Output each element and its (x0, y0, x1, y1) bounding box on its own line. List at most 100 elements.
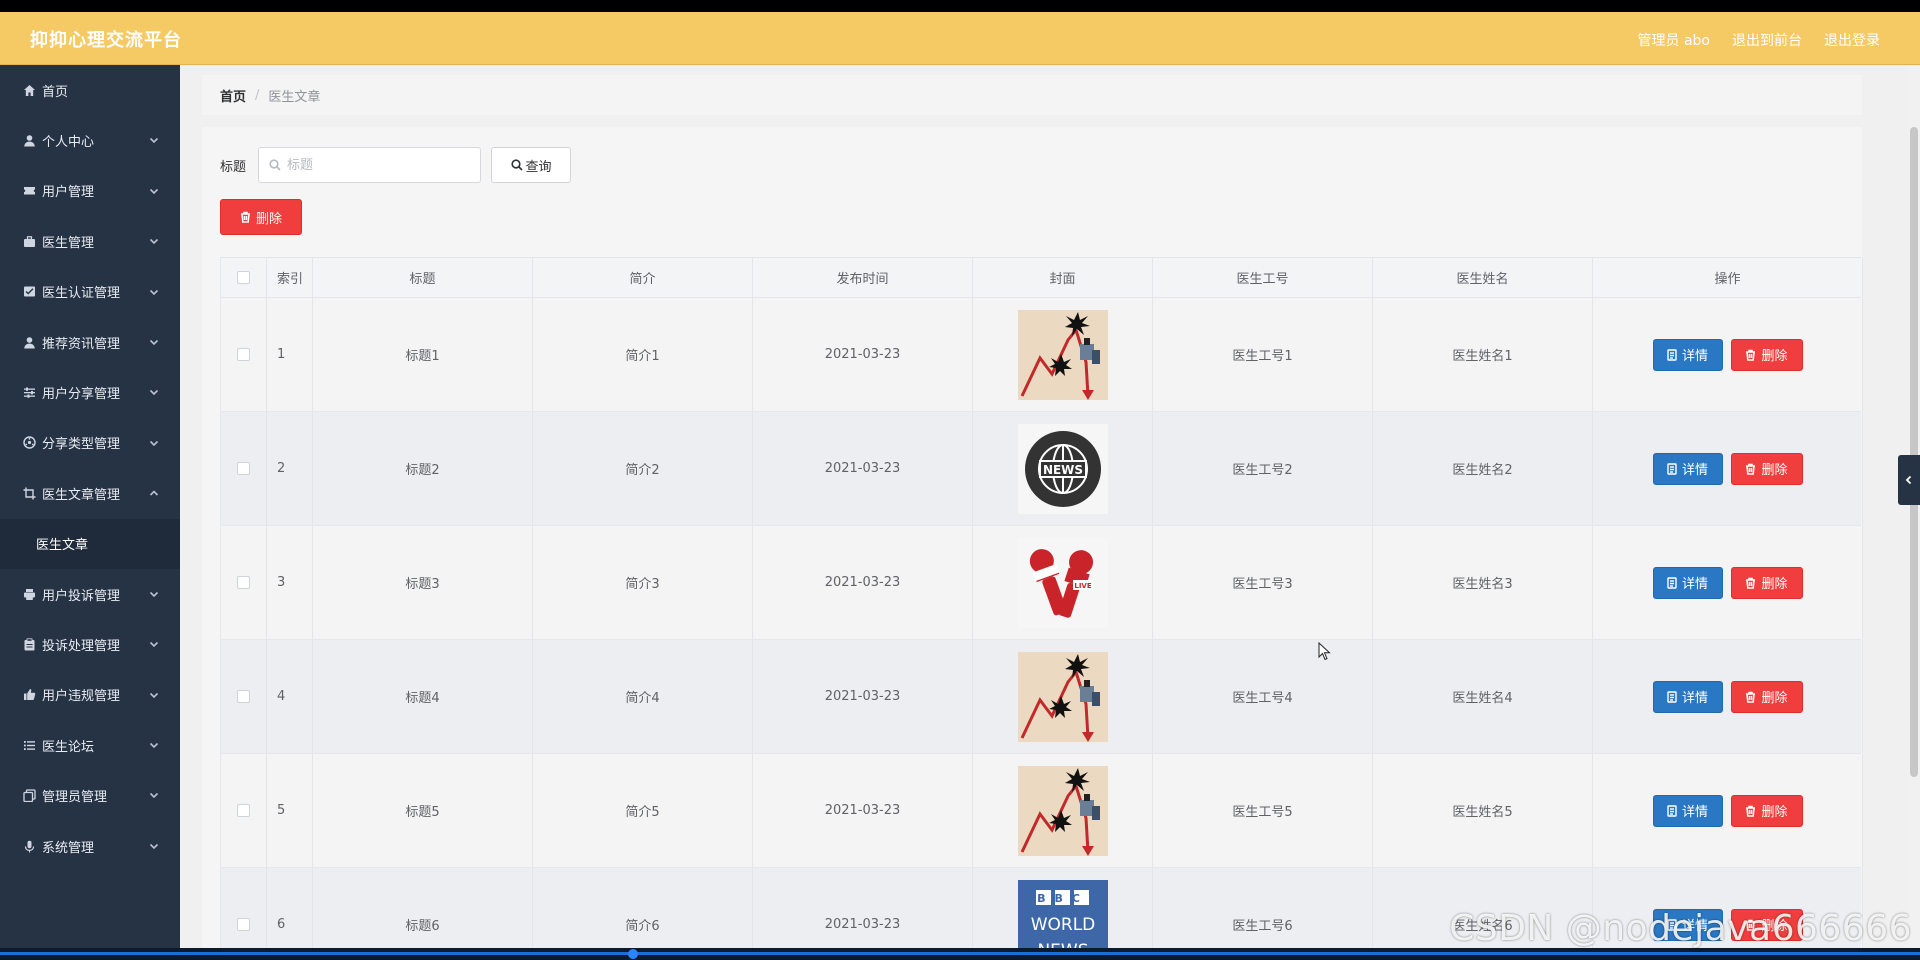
cell-index: 6 (267, 868, 313, 948)
row-checkbox[interactable] (237, 690, 250, 703)
sidebar-item-3[interactable]: 医生管理 (0, 216, 180, 266)
sidebar-item-label: 投诉处理管理 (42, 638, 121, 654)
trash-icon (1746, 577, 1756, 589)
delete-button-label: 删除 (1761, 577, 1788, 592)
sidebar-item-7[interactable]: 分享类型管理 (0, 418, 180, 468)
delete-button[interactable]: 删除 (1730, 452, 1803, 485)
cell-intro: 简介2 (533, 412, 753, 525)
cell-actions: 详情 删除 (1593, 640, 1863, 753)
chevron-down-icon (148, 739, 160, 751)
cell-title: 标题2 (313, 412, 533, 525)
delete-button-label: 删除 (1761, 463, 1788, 478)
cover-image: LIVE (1017, 537, 1108, 628)
chevron-down-icon (148, 789, 160, 801)
table-header: 索引 标题 简介 发布时间 封面 医生工号 医生姓名 操作 (221, 257, 1863, 298)
chevron-down-icon (148, 638, 160, 650)
sidebar-item-label: 医生管理 (42, 235, 95, 251)
header-actions: 操作 (1593, 258, 1863, 297)
chevron-down-icon (148, 689, 160, 701)
sidebar-item-0[interactable]: 首页 (0, 65, 180, 115)
query-button[interactable]: 查询 (491, 147, 572, 183)
cell-cover: BBC WORLD NEWS (973, 868, 1153, 948)
sidebar-item-10[interactable]: 投诉处理管理 (0, 619, 180, 669)
detail-button[interactable]: 详情 (1652, 566, 1723, 599)
cell-intro: 简介5 (533, 754, 753, 867)
search-field[interactable] (258, 147, 482, 183)
row-checkbox[interactable] (237, 348, 250, 361)
delete-button[interactable]: 删除 (1730, 566, 1803, 599)
brand-title: 抑抑心理交流平台 (30, 30, 182, 51)
detail-button[interactable]: 详情 (1652, 680, 1723, 713)
search-icon (510, 159, 523, 171)
cell-title: 标题4 (313, 640, 533, 753)
progress-knob[interactable] (628, 949, 638, 959)
cell-doctor-no: 医生工号1 (1153, 298, 1373, 411)
sidebar-item-8[interactable]: 医生文章管理 (0, 468, 180, 518)
cell-doctor-no: 医生工号2 (1153, 412, 1373, 525)
sliders-icon (22, 386, 36, 400)
cell-doctor-no: 医生工号4 (1153, 640, 1373, 753)
bulk-delete-button[interactable]: 删除 (220, 199, 302, 235)
sidebar-item-6[interactable]: 用户分享管理 (0, 367, 180, 417)
breadcrumb: 首页 / 医生文章 (202, 75, 1862, 115)
cell-index: 5 (267, 754, 313, 867)
detail-button[interactable]: 详情 (1652, 794, 1723, 827)
sidebar-item-12[interactable]: 医生论坛 (0, 720, 180, 770)
sidebar-item-1[interactable]: 个人中心 (0, 115, 180, 165)
delete-button-label: 删除 (1761, 805, 1788, 820)
sidebar-subitem-doctor-article[interactable]: 医生文章 (0, 518, 180, 569)
breadcrumb-home[interactable]: 首页 (220, 86, 246, 105)
cell-index: 4 (267, 640, 313, 753)
chevron-down-icon (148, 286, 160, 298)
row-checkbox[interactable] (237, 804, 250, 817)
trash-icon (1746, 463, 1756, 475)
cell-intro: 简介6 (533, 868, 753, 948)
chevron-left-icon (1905, 475, 1912, 485)
sidebar-item-2[interactable]: 用户管理 (0, 166, 180, 216)
detail-button[interactable]: 详情 (1652, 338, 1723, 371)
trash-icon (1746, 691, 1756, 703)
breadcrumb-separator: / (255, 87, 260, 103)
detail-button[interactable]: 详情 (1652, 452, 1723, 485)
scrollbar-thumb[interactable] (1910, 127, 1918, 777)
page-scrollbar[interactable] (1908, 65, 1920, 948)
cell-doctor-no: 医生工号3 (1153, 526, 1373, 639)
document-icon (1667, 576, 1677, 589)
video-progress-bar[interactable] (0, 948, 1920, 960)
sidebar-item-11[interactable]: 用户违规管理 (0, 670, 180, 720)
collapse-toggle[interactable] (1898, 455, 1920, 505)
admin-user-link[interactable]: 管理员 abo (1638, 30, 1710, 50)
cell-date: 2021-03-23 (753, 868, 973, 948)
top-nav: 管理员 abo 退出到前台 退出登录 (1638, 30, 1880, 50)
sidebar-item-label: 管理员管理 (42, 790, 108, 806)
search-input[interactable] (287, 157, 468, 173)
row-checkbox[interactable] (237, 918, 250, 931)
sidebar-item-4[interactable]: 医生认证管理 (0, 267, 180, 317)
logout-link[interactable]: 退出登录 (1824, 30, 1880, 50)
document-icon (1667, 462, 1677, 475)
sidebar-item-14[interactable]: 系统管理 (0, 821, 180, 871)
select-all-checkbox[interactable] (237, 271, 250, 284)
copy-icon (22, 789, 36, 803)
chevron-down-icon (148, 386, 160, 398)
dial-icon (22, 436, 36, 450)
cover-image: NEWS (1017, 423, 1108, 514)
table-body: 1 标题1 简介1 2021-03-23 医生工号1 医生姓名1 详情 删除 2 (221, 298, 1863, 948)
cell-index: 3 (267, 526, 313, 639)
breadcrumb-current: 医生文章 (268, 89, 321, 105)
document-icon (1667, 804, 1677, 817)
detail-button-label: 详情 (1681, 805, 1708, 820)
delete-button[interactable]: 删除 (1730, 338, 1803, 371)
cell-actions: 详情 删除 (1593, 412, 1863, 525)
delete-button[interactable]: 删除 (1730, 680, 1803, 713)
row-checkbox[interactable] (237, 462, 250, 475)
sidebar-item-label: 推荐资讯管理 (42, 336, 121, 352)
sidebar-item-9[interactable]: 用户投诉管理 (0, 569, 180, 619)
exit-to-front-link[interactable]: 退出到前台 (1732, 30, 1802, 50)
sidebar-item-label: 医生认证管理 (42, 286, 121, 302)
delete-button[interactable]: 删除 (1730, 794, 1803, 827)
sidebar-item-5[interactable]: 推荐资讯管理 (0, 317, 180, 367)
row-checkbox[interactable] (237, 576, 250, 589)
cell-cover: NEWS (973, 412, 1153, 525)
sidebar-item-13[interactable]: 管理员管理 (0, 770, 180, 820)
